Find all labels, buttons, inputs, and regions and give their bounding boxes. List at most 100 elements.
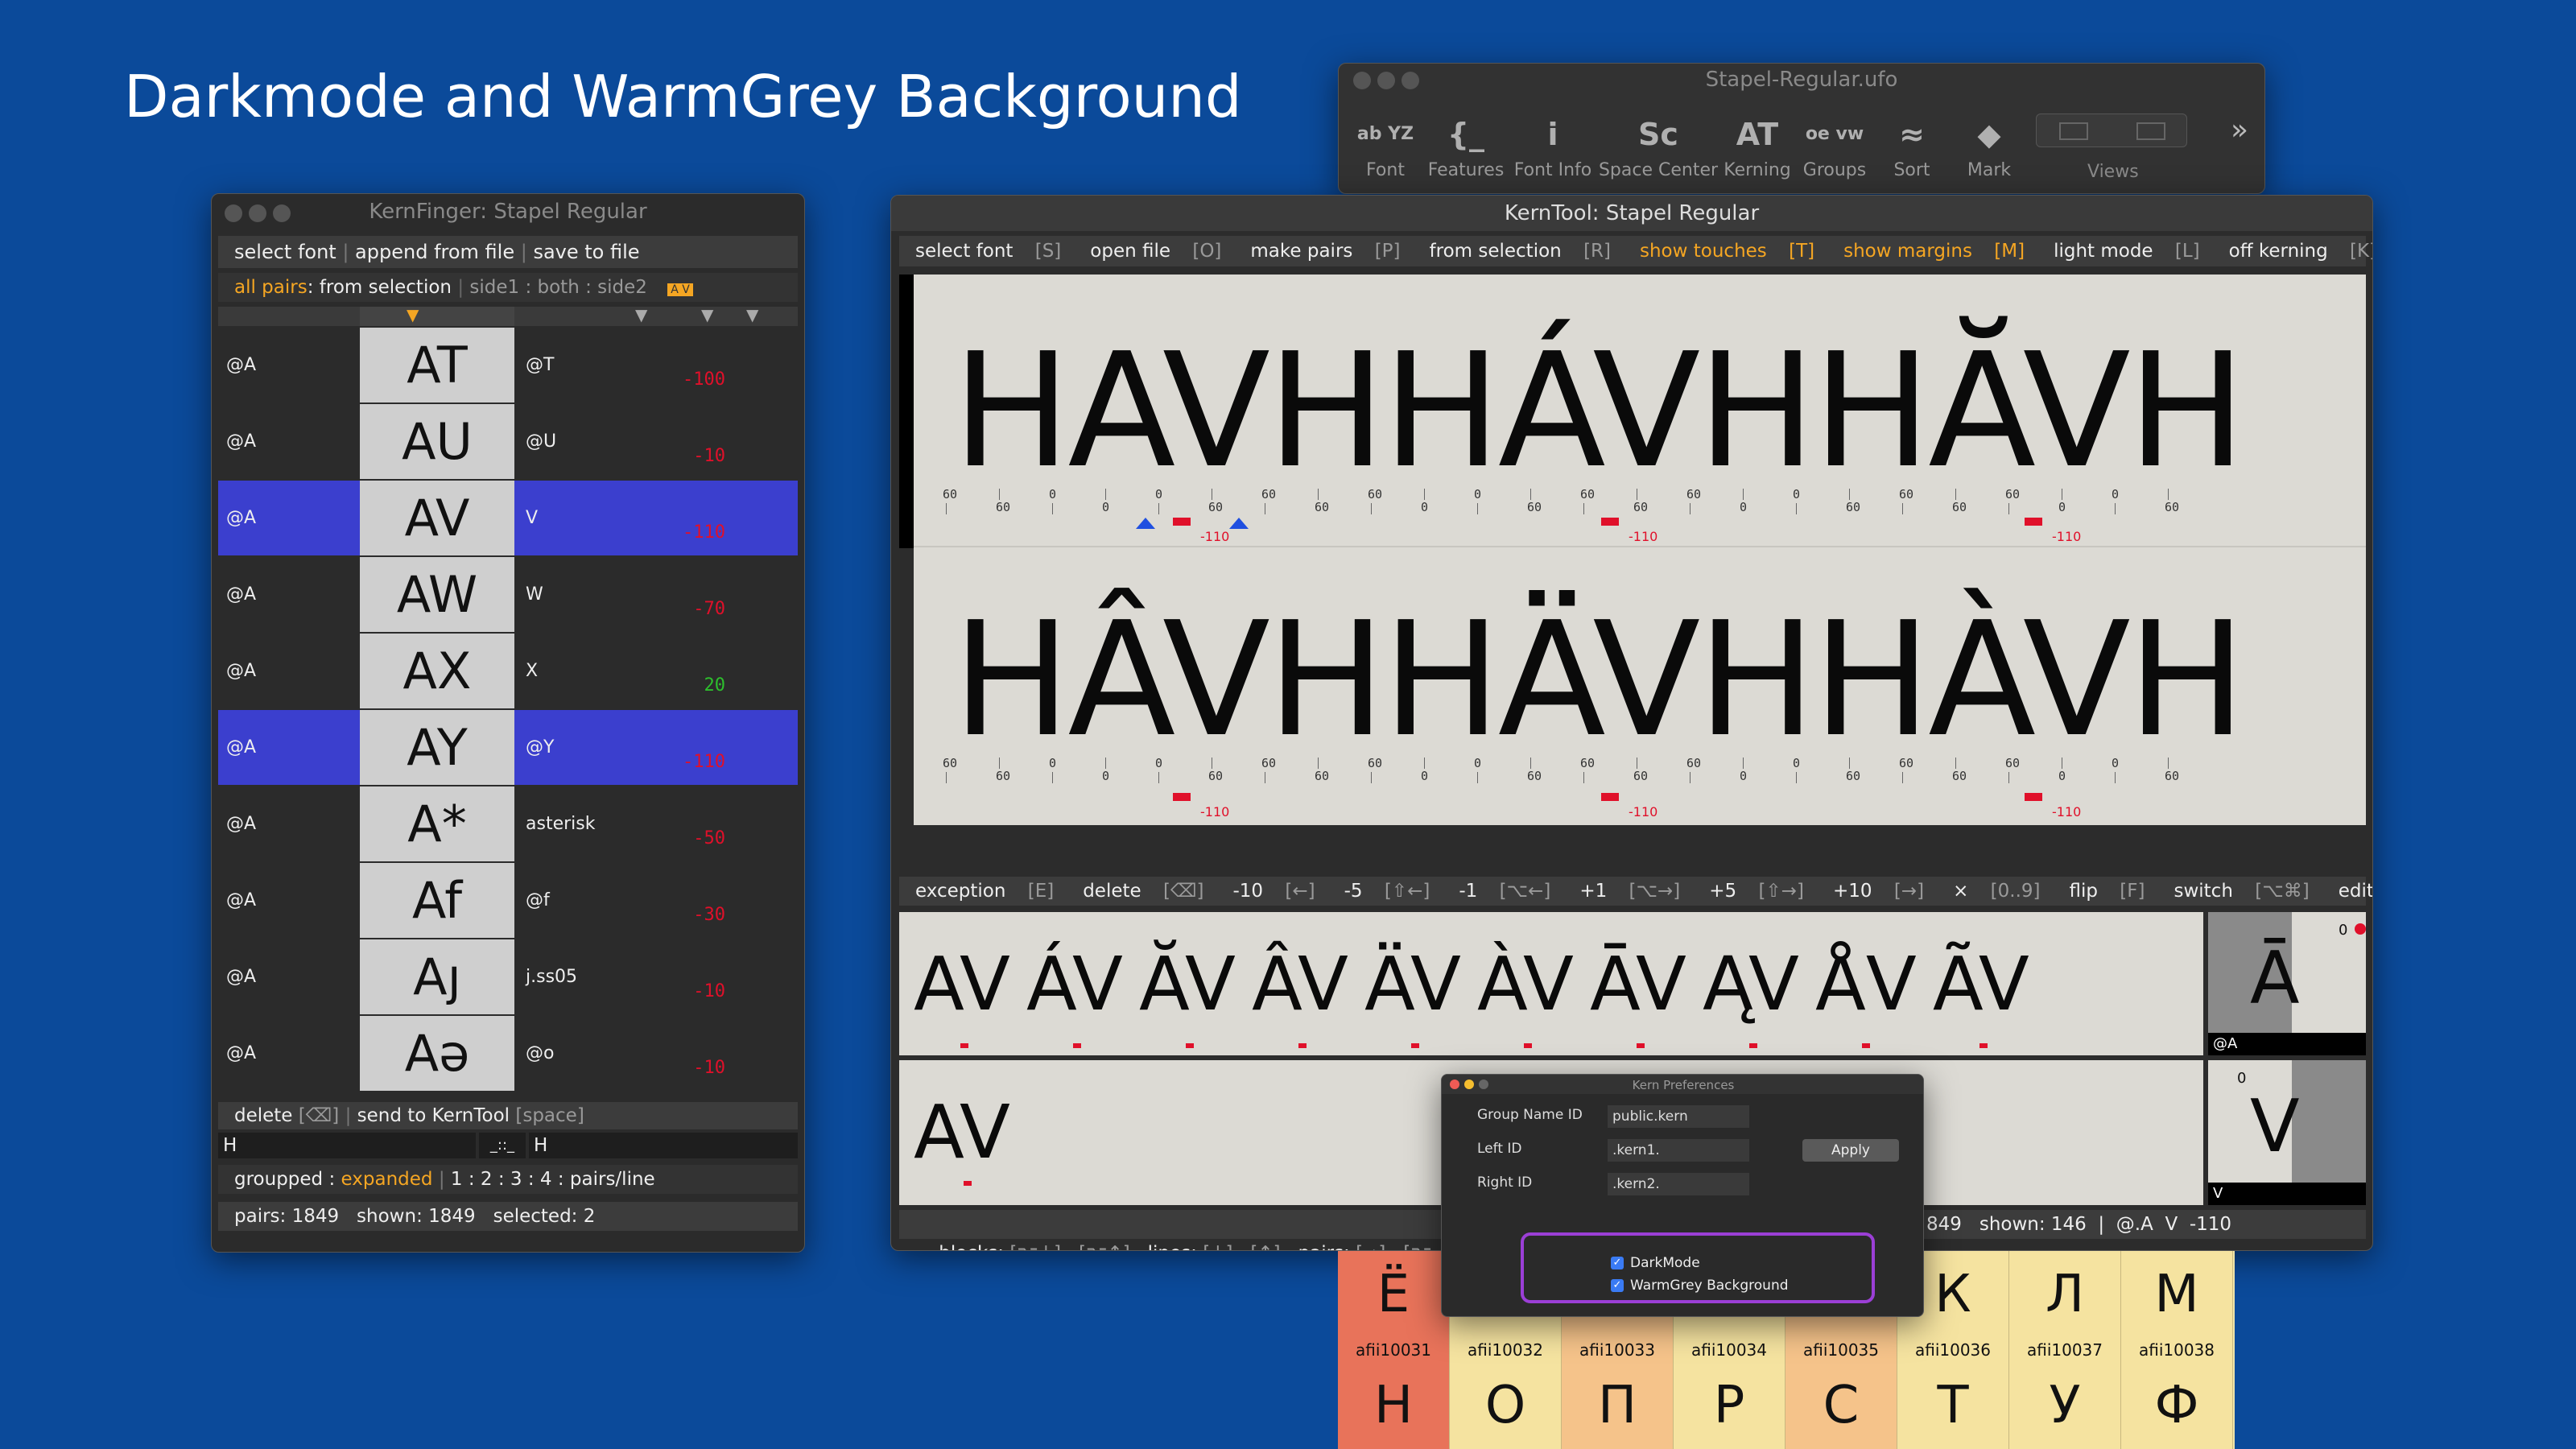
glyph-name[interactable]: afii10038 <box>2121 1338 2233 1362</box>
glyph-cell[interactable]: Р <box>1674 1362 1785 1449</box>
expanded-toggle[interactable]: expanded <box>341 1169 433 1190</box>
menu-show-touches[interactable]: show touches [T] <box>1640 241 1831 262</box>
separator-input[interactable]: _::_ <box>479 1133 526 1158</box>
glyph-name[interactable]: afii10037 <box>2009 1338 2121 1362</box>
apply-button[interactable]: Apply <box>1802 1139 1899 1162</box>
tool-sort[interactable]: ≈ Sort <box>1873 109 1951 180</box>
pair-sample[interactable]: ĄV <box>1703 941 1799 1048</box>
pair-row[interactable]: @A AX X 20 <box>218 634 798 708</box>
sort-right-icon[interactable]: ▼ <box>635 305 647 324</box>
menu-make-pairs[interactable]: make pairs [P] <box>1250 241 1416 262</box>
lines-keys[interactable]: [↓] [↑] <box>1203 1243 1280 1250</box>
sides-toggle[interactable]: side1 : both : side2 <box>469 277 647 298</box>
menu-select-font[interactable]: select font [S] <box>915 241 1077 262</box>
blocks-keys[interactable]: [⌥↓] [⌥↑] <box>1009 1243 1129 1250</box>
menu--1[interactable]: +1 [⌥→] <box>1579 881 1696 902</box>
glyph-name[interactable]: afii10035 <box>1785 1338 1897 1362</box>
pair-sample[interactable]: AV <box>914 941 1010 1048</box>
left-glyph-input[interactable]: H <box>218 1133 476 1158</box>
tool-groups[interactable]: oe vw Groups <box>1796 109 1873 180</box>
pair-row[interactable]: @A AT @T -100 <box>218 328 798 402</box>
darkmode-checkbox[interactable]: ✓ <box>1611 1257 1624 1269</box>
menu--5[interactable]: +5 [⇧→] <box>1709 881 1820 902</box>
pair-sample[interactable]: ÃV <box>1933 941 2029 1048</box>
pair-row[interactable]: @A A* asterisk -50 <box>218 786 798 861</box>
menu-off-kerning[interactable]: off kerning [K] <box>2229 241 2372 262</box>
pairs-line-panel[interactable]: AV ÁV ĂV ÂV ÄV ÀV ĀV ĄV ÅV ÃV <box>899 912 2203 1055</box>
glyph-cell[interactable]: Ё <box>1338 1251 1450 1338</box>
delete-button[interactable]: delete <box>234 1105 292 1126</box>
glyph-cell[interactable]: С <box>1785 1362 1897 1449</box>
menu-edit[interactable]: edit [↩] <box>2339 881 2372 902</box>
pairs-per-line-toggle[interactable]: 1 : 2 : 3 : 4 : pairs/line <box>451 1169 655 1190</box>
save-to-file-button[interactable]: save to file <box>533 241 639 263</box>
pair-sample[interactable]: ĀV <box>1590 941 1686 1048</box>
glyph-cell[interactable]: Ф <box>2121 1362 2233 1449</box>
pair-row[interactable]: @A AU @U -10 <box>218 404 798 479</box>
side-glyph-top[interactable]: Ā 0 @A <box>2208 912 2366 1055</box>
views-toggle[interactable] <box>2036 114 2187 147</box>
glyph-name[interactable]: afii10032 <box>1450 1338 1562 1362</box>
pair-sample[interactable]: ÄV <box>1364 941 1461 1048</box>
menu--10[interactable]: -10 [←] <box>1232 881 1331 902</box>
tool-space-center[interactable]: Sc Space Center <box>1598 109 1719 180</box>
menu-flip[interactable]: flip [F] <box>2070 881 2161 902</box>
glyph-name[interactable]: afii10033 <box>1562 1338 1674 1362</box>
menu-show-margins[interactable]: show margins [M] <box>1843 241 2041 262</box>
glyph-cell[interactable]: М <box>2121 1251 2233 1338</box>
pair-sample[interactable]: ÅV <box>1815 941 1917 1048</box>
menu-from-selection[interactable]: from selection [R] <box>1430 241 1627 262</box>
pair-sample[interactable]: ÀV <box>1477 941 1574 1048</box>
group-name-field[interactable]: public.kern <box>1608 1105 1749 1128</box>
sort-glyph-icon[interactable]: ▼ <box>407 305 419 324</box>
grid-view-icon[interactable] <box>2136 122 2165 140</box>
list-view-icon[interactable] <box>2059 122 2088 140</box>
menu-exception[interactable]: exception [E] <box>915 881 1070 902</box>
warmgrey-checkbox[interactable]: ✓ <box>1611 1279 1624 1292</box>
pair-row[interactable]: @A Aə @o -10 <box>218 1016 798 1091</box>
append-from-file-button[interactable]: append from file <box>355 241 514 263</box>
tool-font[interactable]: ab YZ Font <box>1347 109 1424 180</box>
tool-font-info[interactable]: i Font Info <box>1508 109 1598 180</box>
menu--[interactable]: × [0..9] <box>1953 881 2056 902</box>
glyph-name[interactable]: afii10031 <box>1338 1338 1450 1362</box>
glyph-cell[interactable]: Т <box>1897 1362 2009 1449</box>
glyph-name[interactable]: afii10034 <box>1674 1338 1785 1362</box>
pair-row[interactable]: @A AY @Y -110 <box>218 710 798 785</box>
menu-light-mode[interactable]: light mode [L] <box>2054 241 2216 262</box>
all-pairs-toggle[interactable]: all pairs <box>234 277 308 298</box>
menu--10[interactable]: +10 [→] <box>1833 881 1940 902</box>
left-id-field[interactable]: .kern1. <box>1608 1139 1749 1162</box>
menu--1[interactable]: -1 [⌥←] <box>1459 881 1567 902</box>
pairs-keys[interactable]: [→] [⌥→] <box>1356 1243 1455 1250</box>
pair-sample[interactable]: ÁV <box>1026 941 1123 1048</box>
select-font-button[interactable]: select font <box>234 241 336 263</box>
glyph-cell[interactable]: П <box>1562 1362 1674 1449</box>
send-to-kerntool-button[interactable]: send to KernTool <box>357 1105 510 1126</box>
right-id-field[interactable]: .kern2. <box>1608 1173 1749 1195</box>
pair-sample[interactable]: ÂV <box>1252 941 1348 1048</box>
pair-row[interactable]: @A AV V -110 <box>218 481 798 555</box>
glyph-cell[interactable]: О <box>1450 1362 1562 1449</box>
sort-extra-icon[interactable]: ▼ <box>746 305 758 324</box>
tool-features[interactable]: {_ Features <box>1424 109 1508 180</box>
pair-sample[interactable]: ĂV <box>1139 941 1236 1048</box>
tool-mark[interactable]: ◆ Mark <box>1951 109 2028 180</box>
tool-kerning[interactable]: AT Kerning <box>1719 109 1796 180</box>
sort-value-icon[interactable]: ▼ <box>701 305 713 324</box>
toolbar-overflow-icon[interactable]: » <box>2231 114 2248 147</box>
glyph-cell[interactable]: Н <box>1338 1362 1450 1449</box>
pair-row[interactable]: @A AW W -70 <box>218 557 798 632</box>
menu--5[interactable]: -5 [⇧←] <box>1344 881 1447 902</box>
glyph-cell[interactable]: У <box>2009 1362 2121 1449</box>
pair-row[interactable]: @A Aȷ j.ss05 -10 <box>218 939 798 1014</box>
groupped-toggle[interactable]: groupped <box>234 1169 323 1190</box>
side-glyph-bottom[interactable]: V 0 V <box>2208 1060 2366 1205</box>
glyph-name[interactable]: afii10036 <box>1897 1338 2009 1362</box>
kt-canvas[interactable]: HAVHHÁVHHĂVH HÂVHHÄVHHÀVH 60 60 0 0 0 60 60 60 6… <box>914 275 2366 825</box>
from-selection-toggle[interactable]: : from selection <box>308 277 452 298</box>
menu-open-file[interactable]: open file [O] <box>1090 241 1237 262</box>
pair-row[interactable]: @A Af @f -30 <box>218 863 798 938</box>
menu-switch[interactable]: switch [⌥⌘] <box>2174 881 2325 902</box>
menu-delete[interactable]: delete [⌫] <box>1083 881 1220 902</box>
